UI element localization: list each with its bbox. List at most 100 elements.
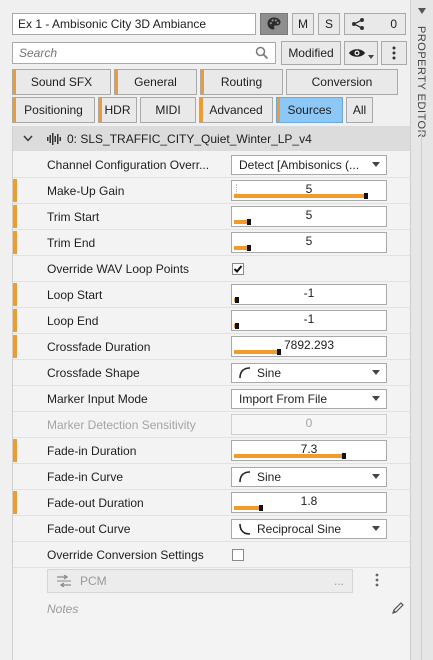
property-editor-side-tab[interactable]: PROPERTY EDITOR xyxy=(410,0,433,660)
tab-positioning[interactable]: Positioning xyxy=(12,97,95,123)
tab-sources[interactable]: Sources xyxy=(276,97,343,123)
property-label: Crossfade Shape xyxy=(47,366,140,380)
search-field[interactable] xyxy=(12,42,276,64)
slider-track xyxy=(234,219,384,225)
property-label: Trim End xyxy=(47,236,96,250)
tab-midi[interactable]: MIDI xyxy=(140,97,196,123)
property-label: Fade-out Duration xyxy=(47,496,144,510)
slider-track xyxy=(234,245,384,251)
slider-thumb[interactable] xyxy=(235,323,239,329)
property-row: Fade-in Curve Sine xyxy=(13,464,410,490)
slider-track xyxy=(234,453,384,459)
tab-general[interactable]: General xyxy=(114,69,197,95)
property-checkbox[interactable] xyxy=(232,263,244,275)
property-slider[interactable]: 1.8 xyxy=(231,492,387,513)
property-slider[interactable]: 5 xyxy=(231,180,387,201)
property-row: Loop End -1 xyxy=(13,308,410,334)
property-slider[interactable]: -1 xyxy=(231,284,387,305)
tab-all[interactable]: All xyxy=(346,97,373,123)
sine-curve-icon xyxy=(239,471,251,483)
notes-field[interactable]: Notes xyxy=(47,598,407,620)
title-text: Ex 1 - Ambisonic City 3D Ambiance xyxy=(18,17,207,31)
browse-ellipsis[interactable]: ... xyxy=(334,574,344,588)
tab-label: Positioning xyxy=(24,103,83,117)
property-label: Override Conversion Settings xyxy=(47,548,204,562)
property-row: Trim End 5 xyxy=(13,230,410,256)
slider-thumb[interactable] xyxy=(247,219,251,225)
property-dropdown[interactable]: Reciprocal Sine xyxy=(231,519,387,539)
slider-thumb[interactable] xyxy=(341,453,346,459)
dropdown-caret-icon xyxy=(372,396,380,401)
mute-button[interactable]: M xyxy=(292,13,314,35)
conversion-settings-field[interactable]: PCM ... xyxy=(47,569,353,593)
color-palette-button[interactable] xyxy=(260,13,288,35)
tab-label: MIDI xyxy=(155,103,181,117)
property-dropdown[interactable]: Sine xyxy=(231,363,387,383)
share-count: 0 xyxy=(390,17,397,31)
property-dropdown[interactable]: Sine xyxy=(231,467,387,487)
dropdown-value: Reciprocal Sine xyxy=(257,522,342,536)
property-label: Loop Start xyxy=(47,288,103,302)
property-dropdown[interactable]: Import From File xyxy=(231,389,387,409)
property-slider[interactable]: -1 xyxy=(231,310,387,331)
property-checkbox[interactable] xyxy=(232,549,244,561)
search-input[interactable] xyxy=(13,43,243,63)
collapse-arrow-icon[interactable] xyxy=(418,7,426,15)
object-header[interactable]: 0: SLS_TRAFFIC_CITY_Quiet_Winter_LP_v4 xyxy=(13,126,410,151)
share-references-button[interactable]: 0 xyxy=(344,13,406,35)
reciprocal-sine-curve-icon xyxy=(239,523,251,535)
tab-label: HDR xyxy=(104,103,131,117)
property-row: Channel Configuration Overr... Detect [Am… xyxy=(13,152,410,178)
slider-fill xyxy=(234,454,344,458)
slider-thumb[interactable] xyxy=(235,297,239,303)
title-field[interactable]: Ex 1 - Ambisonic City 3D Ambiance xyxy=(12,13,256,35)
solo-button[interactable]: S xyxy=(318,13,340,35)
property-slider[interactable]: 5 xyxy=(231,206,387,227)
tab-label: Advanced xyxy=(209,103,263,117)
property-list: Channel Configuration Overr... Detect [Am… xyxy=(13,152,410,568)
tab-label: General xyxy=(134,75,177,89)
pencil-icon[interactable] xyxy=(391,601,405,615)
property-slider[interactable]: 7892.293 xyxy=(231,336,387,357)
property-row: Marker Detection Sensitivity 0 xyxy=(13,412,410,438)
slider-track xyxy=(234,297,384,303)
property-label: Make-Up Gain xyxy=(47,184,125,198)
property-label: Channel Configuration Overr... xyxy=(47,158,210,172)
modified-label: Modified xyxy=(288,46,334,60)
panel-edge xyxy=(421,130,422,660)
slider-thumb[interactable] xyxy=(277,349,281,355)
slider-thumb[interactable] xyxy=(364,193,368,199)
eye-icon xyxy=(349,49,365,57)
property-label: Fade-out Curve xyxy=(47,522,131,536)
property-slider[interactable]: 5 xyxy=(231,232,387,253)
object-name: 0: SLS_TRAFFIC_CITY_Quiet_Winter_LP_v4 xyxy=(67,131,312,146)
slider-thumb[interactable] xyxy=(259,505,263,511)
tab-sound-sfx[interactable]: Sound SFX xyxy=(12,69,111,95)
dropdown-value: Import From File xyxy=(239,392,328,406)
vertical-ellipsis-icon xyxy=(392,46,396,60)
tab-conversion[interactable]: Conversion xyxy=(286,69,398,95)
chevron-down-icon[interactable] xyxy=(23,135,33,142)
sine-curve-icon xyxy=(239,367,251,379)
property-dropdown[interactable]: Detect [Ambisonics (... xyxy=(231,155,387,175)
more-options-button[interactable] xyxy=(381,41,407,65)
side-tab-label: PROPERTY EDITOR xyxy=(415,26,427,139)
mute-label: M xyxy=(298,17,308,31)
palette-icon xyxy=(267,17,281,30)
dropdown-value: Sine xyxy=(257,470,282,484)
tab-routing[interactable]: Routing xyxy=(200,69,283,95)
tab-advanced[interactable]: Advanced xyxy=(199,97,273,123)
vertical-ellipsis-icon[interactable] xyxy=(375,573,379,587)
dropdown-value: Detect [Ambisonics (... xyxy=(239,158,360,172)
tab-hdr[interactable]: HDR xyxy=(98,97,137,123)
visibility-button[interactable] xyxy=(344,41,378,65)
modified-button[interactable]: Modified xyxy=(281,41,341,65)
property-slider[interactable]: 7.3 xyxy=(231,440,387,461)
property-row: Override Conversion Settings xyxy=(13,542,410,568)
slider-thumb[interactable] xyxy=(247,245,251,251)
property-panel: 0: SLS_TRAFFIC_CITY_Quiet_Winter_LP_v4 C… xyxy=(12,126,410,660)
conversion-settings-icon xyxy=(57,575,71,587)
property-label: Marker Input Mode xyxy=(47,392,148,406)
tab-label: Routing xyxy=(220,75,263,89)
property-row: Make-Up Gain 5 xyxy=(13,178,410,204)
